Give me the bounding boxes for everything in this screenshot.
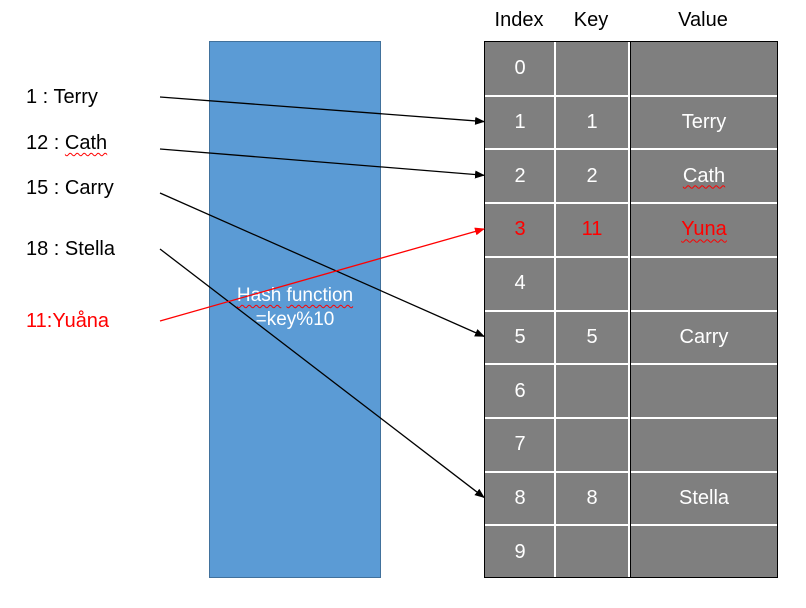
arrows-layer (159, 96, 485, 499)
arrow-0 (159, 96, 485, 125)
arrow-1 (159, 148, 485, 179)
arrow-3 (159, 248, 485, 499)
arrow-4 (159, 227, 485, 322)
arrow-2 (159, 192, 485, 337)
